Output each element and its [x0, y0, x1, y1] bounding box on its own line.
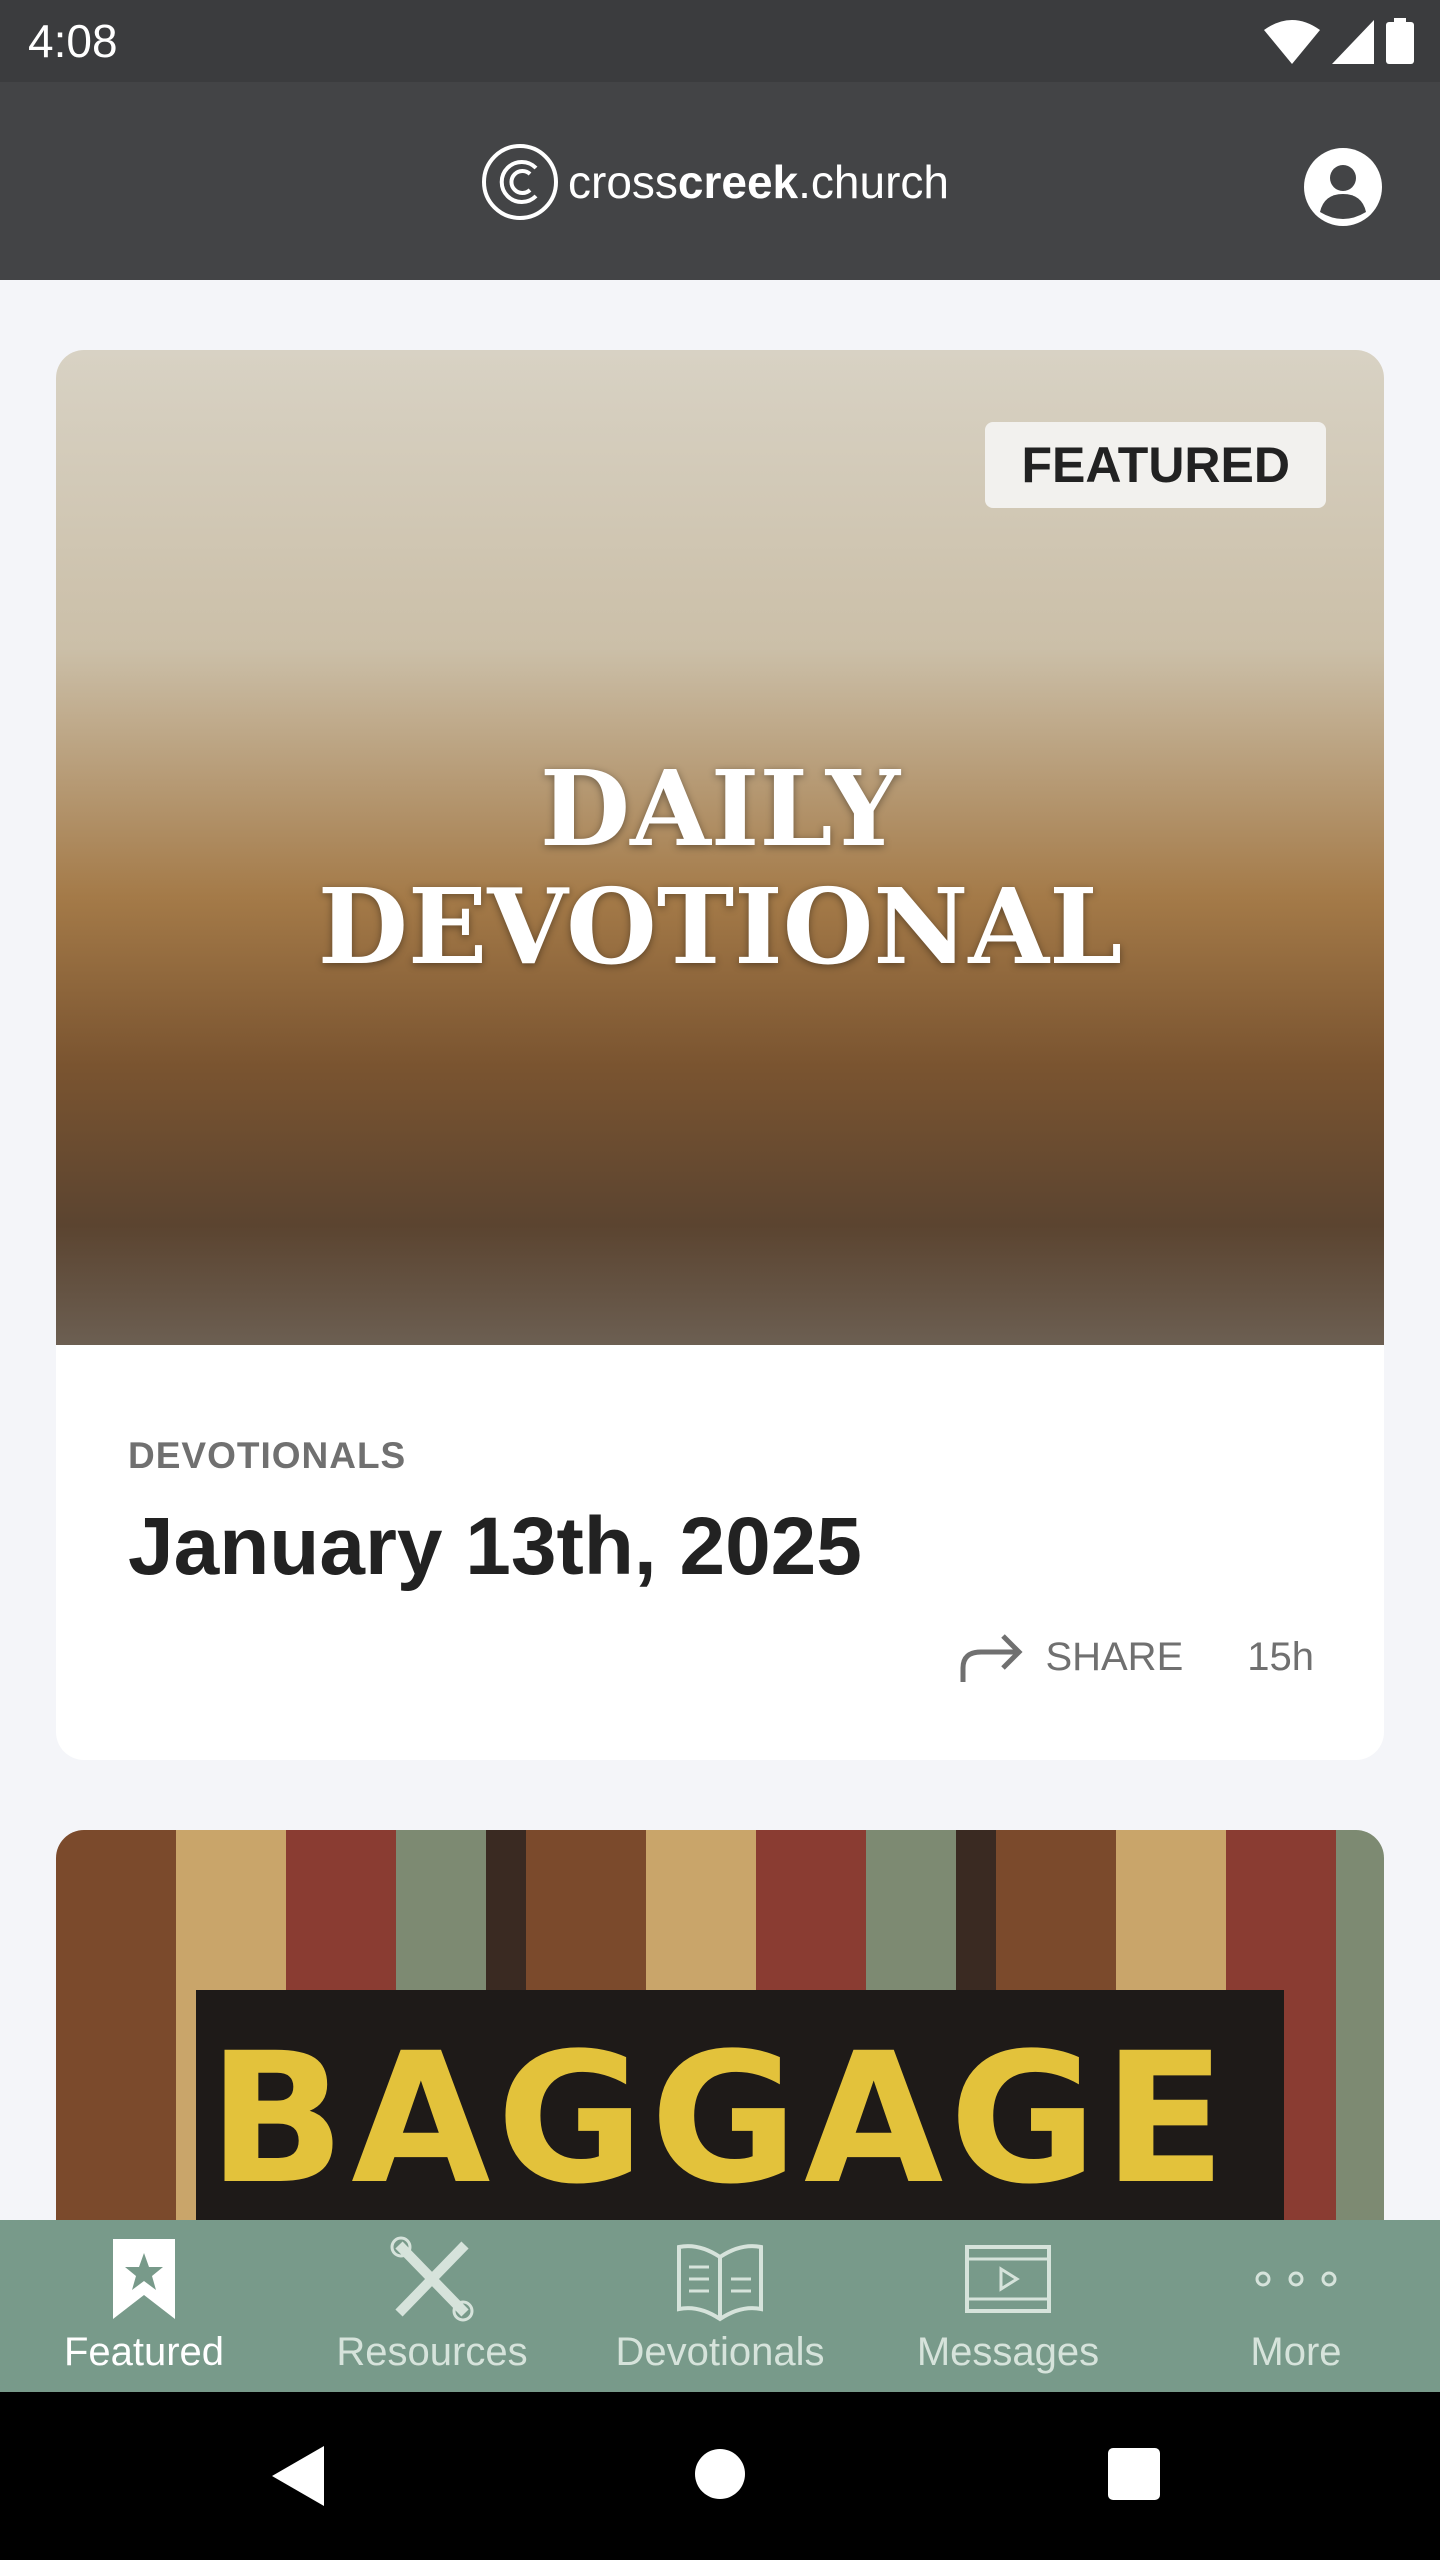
- tab-label: Resources: [336, 2330, 528, 2374]
- tab-label: Devotionals: [615, 2330, 825, 2374]
- wifi-icon: [1264, 20, 1320, 64]
- tab-devotionals[interactable]: Devotionals: [576, 2220, 864, 2392]
- home-icon[interactable]: [694, 2448, 746, 2500]
- tab-featured[interactable]: Featured: [0, 2220, 288, 2392]
- image-title: BAGGAGE: [207, 2015, 1232, 2224]
- back-icon[interactable]: [272, 2446, 326, 2506]
- card-age: 15h: [1247, 1634, 1314, 1679]
- recents-icon[interactable]: [1108, 2448, 1160, 2500]
- book-icon: [677, 2244, 763, 2322]
- tab-label: Messages: [916, 2330, 1100, 2374]
- tab-more[interactable]: More: [1152, 2220, 1440, 2392]
- bookmark-star-icon: [113, 2239, 175, 2319]
- card-title: January 13th, 2025: [128, 1501, 862, 1592]
- logo-text-bold: creek: [677, 156, 799, 208]
- profile-icon: [1304, 148, 1382, 226]
- tab-label: Featured: [63, 2330, 225, 2374]
- image-title-line1: DAILY: [539, 747, 901, 870]
- system-nav-bar: [0, 2392, 1440, 2560]
- card-category: DEVOTIONALS: [128, 1435, 407, 1476]
- more-dots-icon: [1255, 2271, 1337, 2287]
- status-time: 4:08: [28, 15, 118, 67]
- logo-text-suffix: .church: [798, 156, 949, 208]
- status-bar: 4:08: [0, 0, 1440, 82]
- battery-icon: [1386, 18, 1414, 64]
- share-label: SHARE: [1045, 1634, 1184, 1679]
- image-title-line2: DEVOTIONAL: [317, 865, 1123, 988]
- bottom-nav: Featured Resources Devotionals Messages …: [0, 2220, 1440, 2392]
- feed-card[interactable]: FEATURED DAILY DEVOTIONAL DEVOTIONALS Jan…: [56, 350, 1384, 1760]
- share-button[interactable]: SHARE: [959, 1630, 1183, 1684]
- tools-icon: [390, 2236, 474, 2322]
- share-icon: [960, 1634, 1023, 1682]
- church-logo[interactable]: cross creek .church: [480, 142, 949, 222]
- logo-mark-icon: [482, 144, 558, 220]
- logo-text-light: cross: [568, 156, 678, 208]
- tab-messages[interactable]: Messages: [864, 2220, 1152, 2392]
- featured-badge: FEATURED: [985, 422, 1326, 508]
- card-image: FEATURED DAILY DEVOTIONAL: [56, 350, 1384, 1345]
- film-play-icon: [965, 2245, 1051, 2313]
- profile-button[interactable]: [1302, 146, 1384, 233]
- tab-resources[interactable]: Resources: [288, 2220, 576, 2392]
- signal-icon: [1332, 20, 1374, 64]
- tab-label: More: [1250, 2330, 1342, 2374]
- app-header: cross creek .church: [0, 82, 1440, 280]
